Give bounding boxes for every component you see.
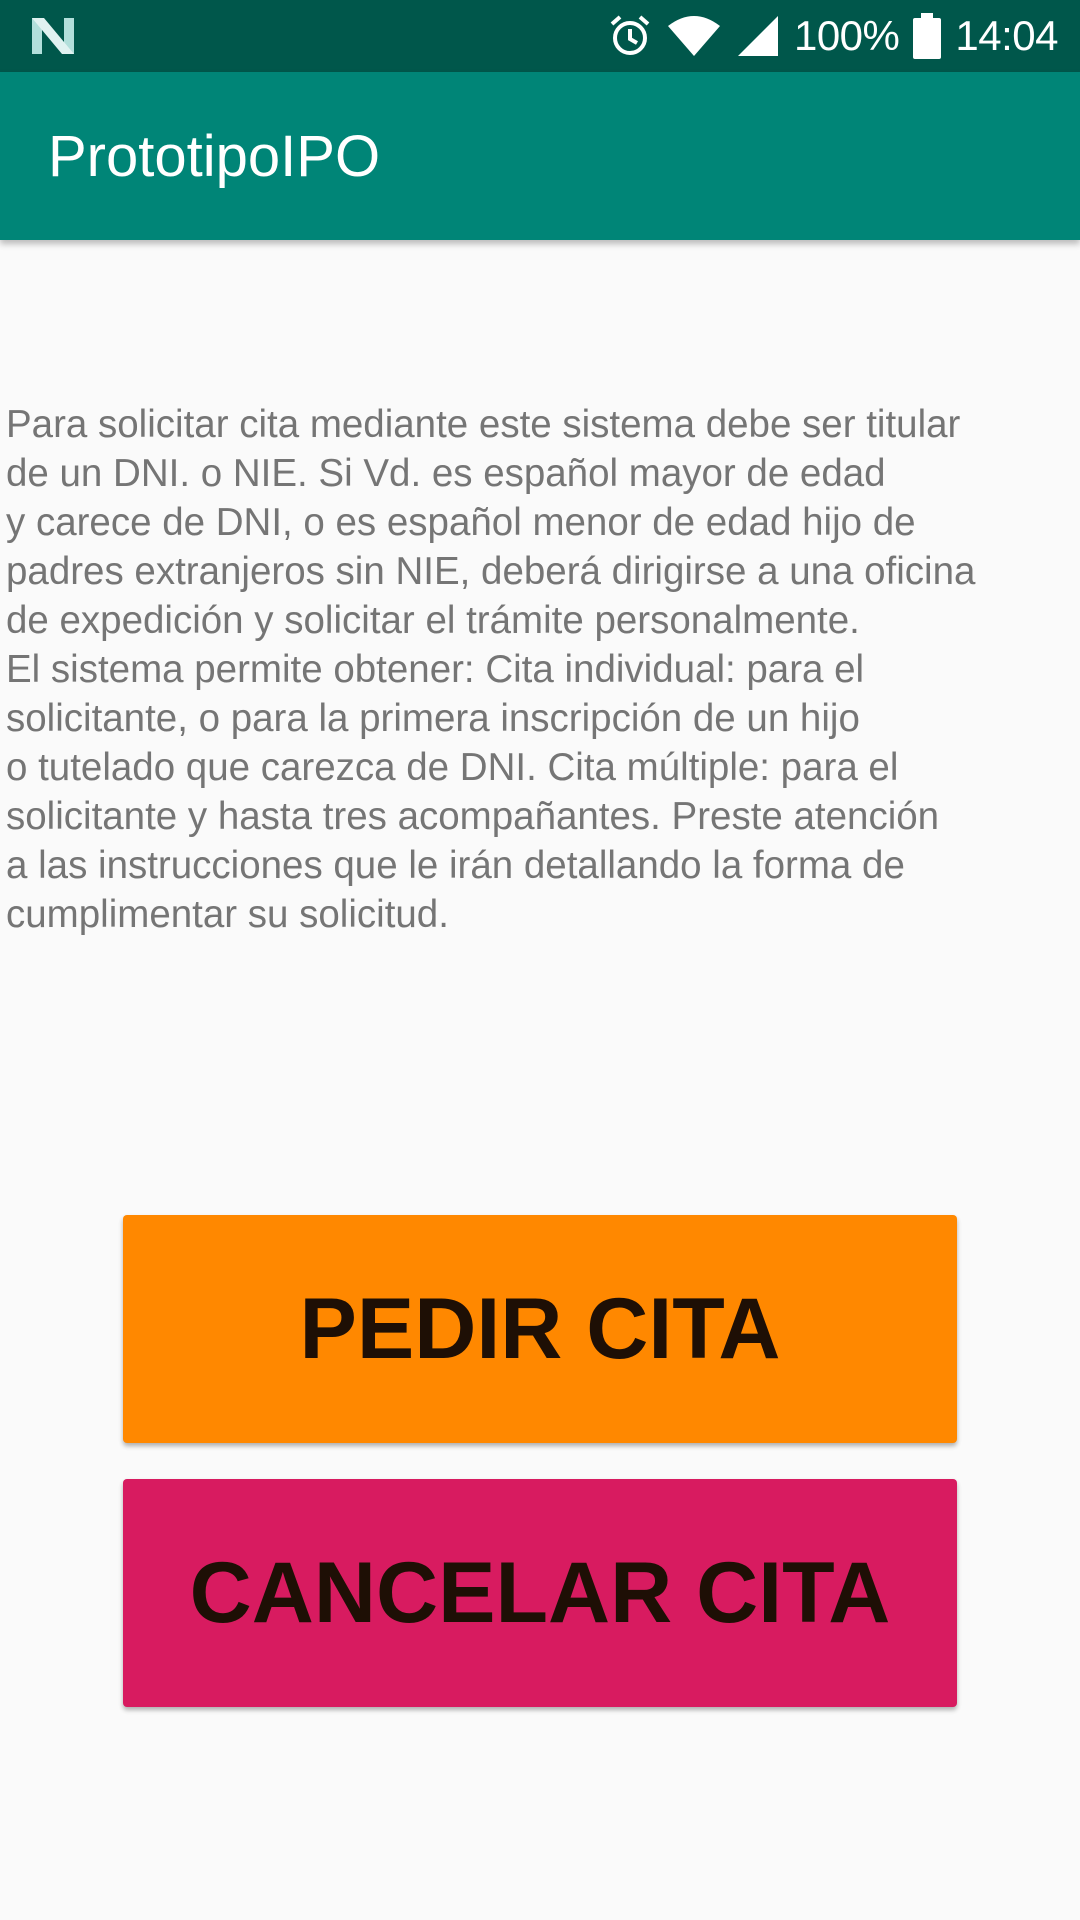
app-bar: PrototipoIPO — [0, 72, 1080, 240]
info-text: Para solicitar cita mediante este sistem… — [6, 403, 976, 936]
signal-icon — [737, 16, 778, 56]
status-bar: 100% 14:04 — [0, 0, 1080, 72]
pedir-cita-button[interactable]: PEDIR CITA — [123, 1215, 957, 1443]
alarm-icon — [610, 15, 650, 55]
clock-time: 14:04 — [955, 12, 1058, 59]
n-logo-icon — [32, 18, 74, 54]
app-title: PrototipoIPO — [48, 124, 381, 189]
cancelar-cita-button[interactable]: CANCELAR CITA — [123, 1479, 957, 1707]
battery-icon — [913, 13, 942, 59]
battery-percent: 100% — [793, 12, 900, 59]
status-icons: 100% 14:04 — [608, 0, 1058, 72]
wifi-icon — [667, 16, 720, 56]
